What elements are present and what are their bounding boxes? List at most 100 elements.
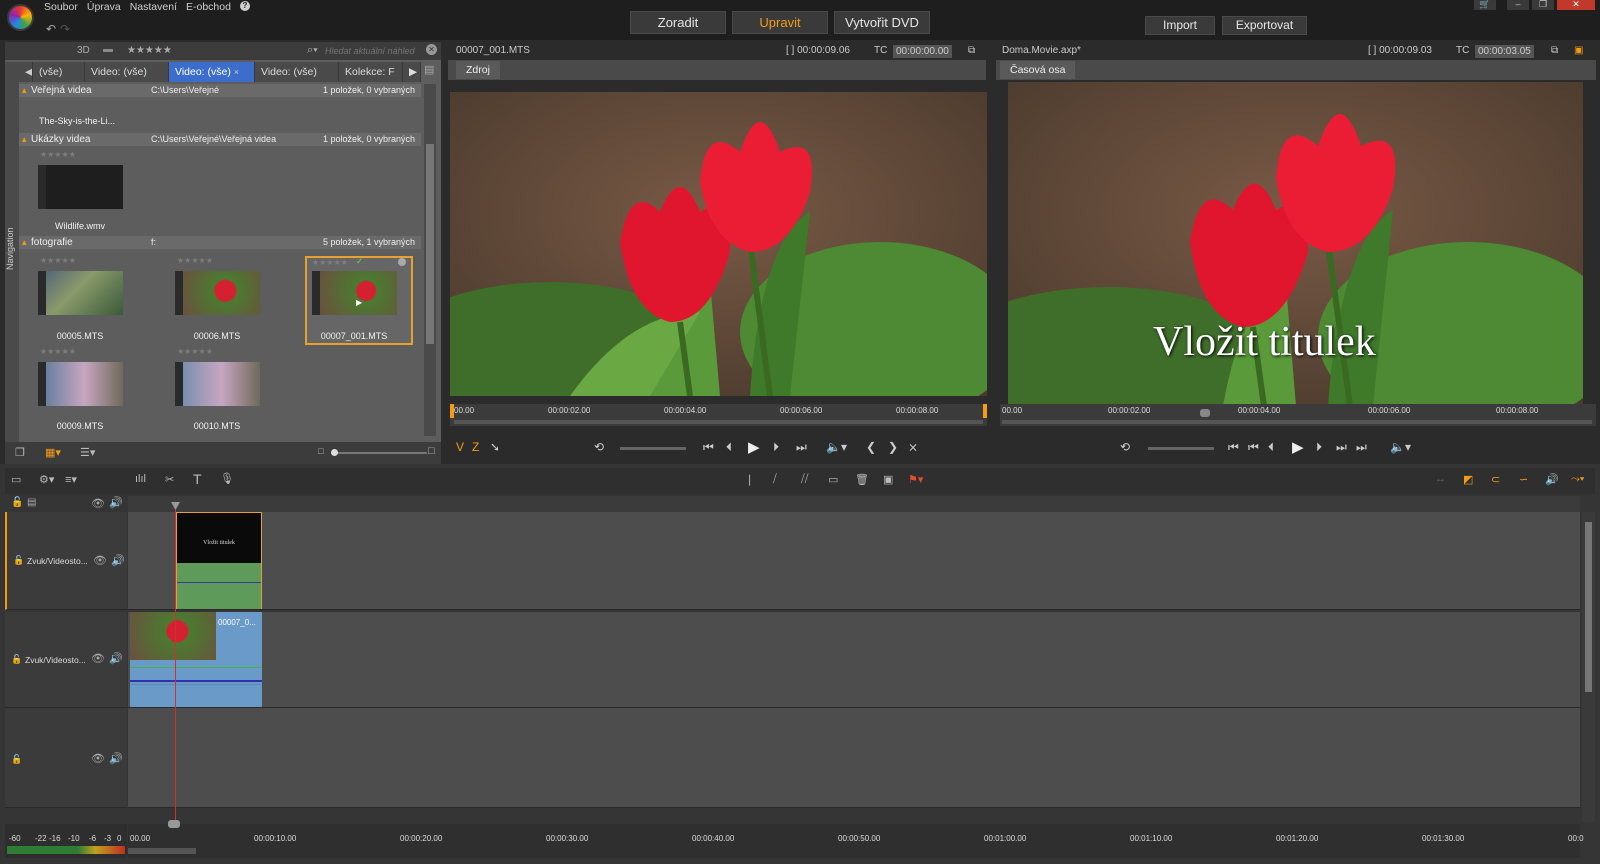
dual-view-icon[interactable]: ▣ xyxy=(1574,42,1583,60)
item-rating[interactable]: ★★★★★ xyxy=(40,150,76,159)
source-scrub-bar[interactable] xyxy=(454,420,983,424)
timeline-vscrollbar[interactable] xyxy=(1582,512,1595,822)
item-rating[interactable]: ★★★★★ xyxy=(312,258,348,267)
group-header-photos[interactable]: ▴ fotografie f: 5 položek, 1 vybraných xyxy=(19,236,421,249)
search-input[interactable] xyxy=(325,44,425,58)
shuttle-slider[interactable] xyxy=(620,447,686,450)
tab-video-3[interactable]: Video: (vše) xyxy=(255,62,339,82)
cart-icon[interactable]: 🛒 xyxy=(1474,0,1496,10)
play-icon[interactable]: ▶ xyxy=(356,298,362,307)
prev-edit-icon[interactable]: ⏮ xyxy=(1248,440,1259,455)
go-to-start-icon[interactable]: ⏮ xyxy=(1228,440,1239,455)
rating-filter[interactable]: ★★★★★ xyxy=(127,45,172,56)
layers-icon[interactable]: ❐ xyxy=(15,446,25,459)
preview-playhead[interactable] xyxy=(1200,409,1210,417)
mark-z[interactable]: Z xyxy=(472,440,479,454)
tab-video-1[interactable]: Video: (vše) xyxy=(85,62,169,82)
eye-icon[interactable]: 👁 xyxy=(91,752,105,765)
trim-icon[interactable]: ⧸⧸ xyxy=(801,473,808,486)
shuttle-slider[interactable] xyxy=(1148,447,1214,450)
lock-icon[interactable]: 🔓 xyxy=(13,555,24,566)
speaker-icon[interactable]: 🔊 xyxy=(1545,473,1559,486)
flag-marker-icon[interactable]: ⚑▾ xyxy=(908,473,923,486)
playhead-line[interactable] xyxy=(175,510,176,830)
tab-edit[interactable]: Upravit xyxy=(732,11,828,34)
zoom-large-icon[interactable]: □ xyxy=(428,445,435,457)
menu-eshop[interactable]: E-obchod xyxy=(186,1,231,13)
filter-3d[interactable]: 3D xyxy=(77,45,90,56)
split-icon[interactable]: ⧸ xyxy=(773,473,777,486)
tabs-right-arrow-icon[interactable]: ▶ xyxy=(403,62,421,82)
preview-scrub-bar[interactable] xyxy=(1002,420,1592,424)
grid-view-icon[interactable]: ▦▾ xyxy=(45,446,61,459)
item-rating[interactable]: ★★★★★ xyxy=(40,347,76,356)
timeline-ruler[interactable]: 00.00 00:00:10.00 00:00:20.00 00:00:30.0… xyxy=(128,820,1584,858)
volume-icon[interactable]: 🔈▾ xyxy=(826,440,847,454)
track-header-3[interactable]: 🔓 👁 🔊 xyxy=(5,708,127,808)
navigation-strip[interactable]: Navigation xyxy=(5,62,19,442)
undo-icon[interactable]: ↶ xyxy=(46,22,56,36)
title-overlay[interactable]: Vložit titulek xyxy=(1153,318,1376,366)
list-view-icon[interactable]: ☰▾ xyxy=(80,446,95,459)
scrub-audio-icon[interactable]: ↔ xyxy=(1435,473,1446,485)
step-forward-icon[interactable]: ⏵ xyxy=(1316,440,1322,455)
close-icon[interactable]: ✕ xyxy=(1557,0,1595,10)
track-name[interactable]: Zvuk/Videosto... xyxy=(25,655,86,665)
group-header-sample-videos[interactable]: ▴ Ukázky videa C:\Users\Veřejné\Veřejná … xyxy=(19,133,421,146)
loop-icon[interactable]: ⟲ xyxy=(594,440,604,454)
minimize-icon[interactable]: – xyxy=(1507,0,1529,10)
group-header-public-videos[interactable]: ▴ Veřejná videa C:\Users\Veřejné 1 polož… xyxy=(19,84,421,97)
tab-create-dvd[interactable]: Vytvořit DVD xyxy=(834,11,930,34)
snapshot-icon[interactable]: ▣ xyxy=(883,473,893,486)
item-rating[interactable]: ★★★★★ xyxy=(177,347,213,356)
source-ruler[interactable]: 00.00 00:00:02.00 00:00:04.00 00:00:06.0… xyxy=(450,404,987,426)
zoom-small-icon[interactable]: □ xyxy=(318,446,323,456)
ripple-edit-icon[interactable]: ⤳▾ xyxy=(1571,473,1584,486)
lock-icon[interactable]: 🔓 xyxy=(11,654,22,665)
menu-file[interactable]: Soubor xyxy=(44,1,78,13)
view-toggle-icon[interactable]: ▬ xyxy=(103,44,113,55)
step-back-icon[interactable]: ⏴ xyxy=(1268,440,1274,455)
info-icon[interactable] xyxy=(398,258,406,266)
tab-close-icon[interactable]: × xyxy=(234,67,239,77)
menu-edit[interactable]: Úprava xyxy=(87,1,121,13)
tab-timeline[interactable]: Časová osa xyxy=(1000,61,1076,79)
media-item-name[interactable]: 00010.MTS xyxy=(162,421,272,431)
source-mark-in[interactable] xyxy=(450,404,454,418)
track-header-1[interactable]: 🔓 Zvuk/Videosto... 👁 🔊 xyxy=(5,512,127,610)
lock-icon[interactable]: 🔓 xyxy=(11,754,22,765)
tab-video-active[interactable]: Video: (vše) × xyxy=(169,62,255,82)
timeline-hscroll[interactable] xyxy=(128,848,196,854)
next-edit-icon[interactable]: ⏭ xyxy=(1336,440,1347,455)
title-clip[interactable]: Vložit titulek xyxy=(176,512,262,609)
detach-icon[interactable]: ⧉ xyxy=(968,42,975,60)
go-to-end-icon[interactable]: ⏭ xyxy=(1356,440,1367,455)
zoom-slider[interactable] xyxy=(331,449,427,456)
speaker-icon[interactable]: 🔊 xyxy=(109,652,123,665)
source-video-frame[interactable] xyxy=(450,92,987,396)
track-name[interactable]: Zvuk/Videosto... xyxy=(27,556,88,566)
volume-icon[interactable]: 🔈▾ xyxy=(1390,440,1411,454)
import-button[interactable]: Import xyxy=(1145,16,1215,35)
collapse-icon[interactable]: ▴ xyxy=(19,237,27,247)
speaker-icon[interactable]: 🔊 xyxy=(109,752,123,765)
step-back-icon[interactable]: ⏴ xyxy=(726,440,732,455)
media-thumbnail[interactable] xyxy=(175,362,260,406)
timeline-preview-ruler[interactable]: 00.00 00:00:02.00 00:00:04.00 00:00:06.0… xyxy=(1000,404,1596,426)
tab-collection[interactable]: Kolekce: F xyxy=(339,62,403,82)
redo-icon[interactable]: ↷ xyxy=(60,22,70,36)
smart-mode-icon[interactable]: ◩ xyxy=(1463,473,1473,486)
export-button[interactable]: Exportovat xyxy=(1222,16,1307,35)
play-button-icon[interactable]: ▶ xyxy=(1292,438,1304,456)
speaker-icon[interactable]: 🔊 xyxy=(109,496,123,509)
tab-menu-icon[interactable]: ▤ xyxy=(424,63,434,76)
menu-settings[interactable]: Nastavení xyxy=(130,1,177,13)
video-clip[interactable]: 00007_0... xyxy=(130,612,262,707)
clear-marks-icon[interactable]: ⨯ xyxy=(908,440,918,454)
track-2-area[interactable] xyxy=(128,612,1580,708)
clear-search-icon[interactable]: ✕ xyxy=(426,44,437,55)
media-thumbnail[interactable] xyxy=(38,362,123,406)
media-item-name[interactable]: 00005.MTS xyxy=(25,331,135,341)
media-item-name[interactable]: Wildlife.wmv xyxy=(25,221,135,231)
library-scrollbar[interactable] xyxy=(424,84,436,436)
